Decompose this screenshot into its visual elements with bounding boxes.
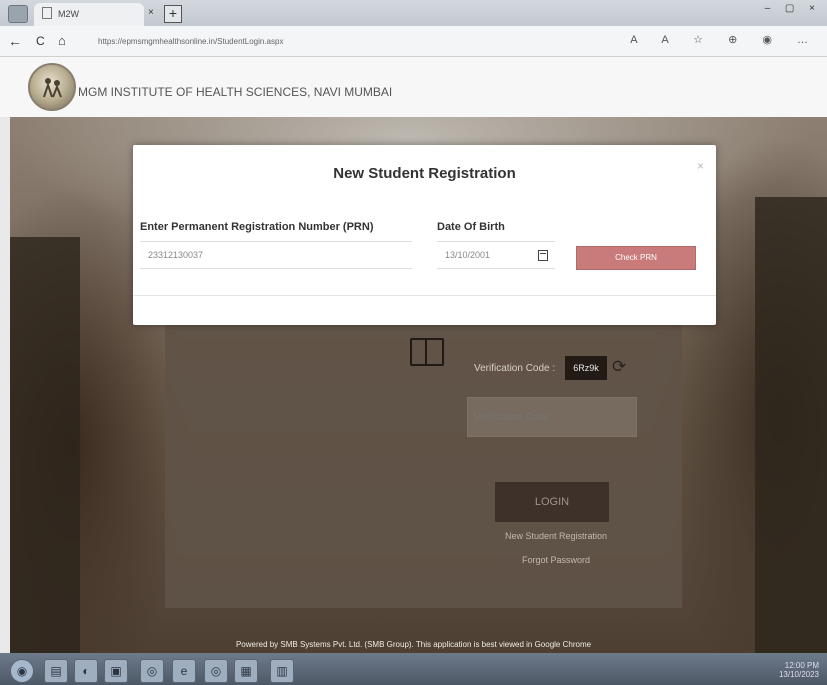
back-icon[interactable]: ← — [8, 33, 22, 49]
book-icon — [410, 338, 444, 366]
taskbar-app-icon[interactable]: ▦ — [234, 659, 258, 683]
login-button[interactable]: LOGIN — [495, 482, 609, 522]
tab-title: M2W — [58, 9, 79, 19]
check-prn-button[interactable]: Check PRN — [576, 246, 696, 270]
close-icon[interactable]: × — [697, 159, 704, 173]
forgot-password-link[interactable]: Forgot Password — [496, 555, 616, 565]
institute-logo — [28, 63, 76, 111]
taskbar-app-icon[interactable]: ▥ — [270, 659, 294, 683]
background-tree — [10, 237, 80, 657]
windows-taskbar: ◉ ▤ ◐ ▣ ◎ e ◎ ▦ ▥ 12:00 PM 13/10/2023 — [0, 653, 827, 685]
new-tab-button[interactable]: + — [164, 5, 182, 23]
url-field[interactable]: https://epmsmgmhealthsonline.in/StudentL… — [98, 34, 658, 49]
taskbar-chrome-icon[interactable]: ◎ — [140, 659, 164, 683]
taskbar-app-icon[interactable]: ▣ — [104, 659, 128, 683]
system-clock[interactable]: 12:00 PM 13/10/2023 — [779, 661, 819, 679]
site-header: MGM INSTITUTE OF HEALTH SCIENCES, NAVI M… — [0, 57, 827, 117]
registration-modal: New Student Registration × Enter Permane… — [133, 145, 716, 325]
modal-title: New Student Registration — [333, 165, 516, 182]
clock-date: 13/10/2023 — [778, 670, 819, 679]
taskbar-edge-icon[interactable]: e — [172, 659, 196, 683]
background-tree — [755, 197, 827, 657]
tab-close-icon[interactable]: × — [148, 7, 154, 18]
calendar-icon[interactable] — [538, 250, 548, 261]
refresh-icon[interactable]: C — [36, 34, 45, 48]
taskbar-chrome-icon[interactable]: ◎ — [204, 659, 228, 683]
taskbar-app-icon[interactable]: ◐ — [74, 659, 98, 683]
browser-tab[interactable]: M2W — [34, 3, 144, 26]
footer-text: Powered by SMB Systems Pvt. Ltd. (SMB Gr… — [235, 640, 592, 649]
home-icon[interactable]: ⌂ — [58, 33, 66, 48]
verification-code-label: Verification Code : — [474, 363, 556, 374]
window-controls[interactable]: – ▢ × — [765, 3, 821, 14]
site-title: MGM INSTITUTE OF HEALTH SCIENCES, NAVI M… — [78, 85, 393, 99]
window-menu-icon[interactable] — [8, 5, 28, 23]
browser-toolbar-icons[interactable]: A A ☆ ⊕ ◉ … — [630, 33, 819, 46]
page-favicon-icon — [42, 7, 52, 19]
browser-tab-bar: M2W × + – ▢ × — [0, 0, 827, 26]
clock-time: 12:00 PM — [784, 661, 819, 670]
prn-input[interactable] — [140, 241, 412, 269]
prn-label: Enter Permanent Registration Number (PRN… — [140, 221, 374, 233]
dob-label: Date Of Birth — [437, 221, 505, 233]
captcha-image: 6Rz9k — [565, 356, 607, 380]
captcha-refresh-icon[interactable]: ⟳ — [612, 357, 626, 377]
modal-divider — [133, 295, 716, 296]
start-button[interactable]: ◉ — [10, 659, 34, 683]
verification-code-input[interactable] — [467, 397, 637, 437]
taskbar-explorer-icon[interactable]: ▤ — [44, 659, 68, 683]
new-student-registration-link[interactable]: New Student Registration — [496, 531, 616, 541]
address-bar: ← C ⌂ https://epmsmgmhealthsonline.in/St… — [0, 26, 827, 57]
